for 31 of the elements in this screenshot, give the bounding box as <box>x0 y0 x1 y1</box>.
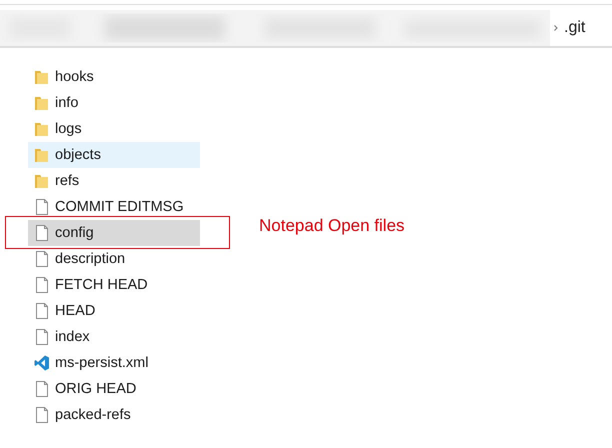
file-list-item[interactable]: info <box>28 90 200 116</box>
file-list-item[interactable]: ORIG HEAD <box>28 376 200 402</box>
file-list-item[interactable]: config <box>28 220 200 246</box>
breadcrumb-item[interactable]: .git <box>564 19 586 37</box>
document-icon <box>34 329 50 345</box>
file-list-item[interactable]: packed-refs <box>28 402 200 428</box>
folder-icon <box>34 173 50 189</box>
file-list-item[interactable]: COMMIT EDITMSG <box>28 194 200 220</box>
document-icon <box>34 407 50 423</box>
document-icon <box>34 251 50 267</box>
file-list-item[interactable]: description <box>28 246 200 272</box>
document-icon <box>34 225 50 241</box>
chevron-icon <box>554 25 558 31</box>
folder-icon <box>34 95 50 111</box>
document-icon <box>34 199 50 215</box>
file-list-item[interactable]: ms-persist.xml <box>28 350 200 376</box>
file-list-item[interactable]: hooks <box>28 64 200 90</box>
annotation-text: Notepad Open files <box>259 216 405 236</box>
file-list-item[interactable]: HEAD <box>28 298 200 324</box>
file-list-item[interactable]: objects <box>28 142 200 168</box>
file-list-item[interactable]: FETCH HEAD <box>28 272 200 298</box>
code-editor-icon <box>34 355 50 371</box>
document-icon <box>34 277 50 293</box>
file-list-item[interactable]: refs <box>28 168 200 194</box>
file-list-item[interactable]: index <box>28 324 200 350</box>
folder-icon <box>34 121 50 137</box>
folder-icon <box>34 69 50 85</box>
file-list-item[interactable]: logs <box>28 116 200 142</box>
document-icon <box>34 303 50 319</box>
folder-icon <box>34 147 50 163</box>
document-icon <box>34 381 50 397</box>
